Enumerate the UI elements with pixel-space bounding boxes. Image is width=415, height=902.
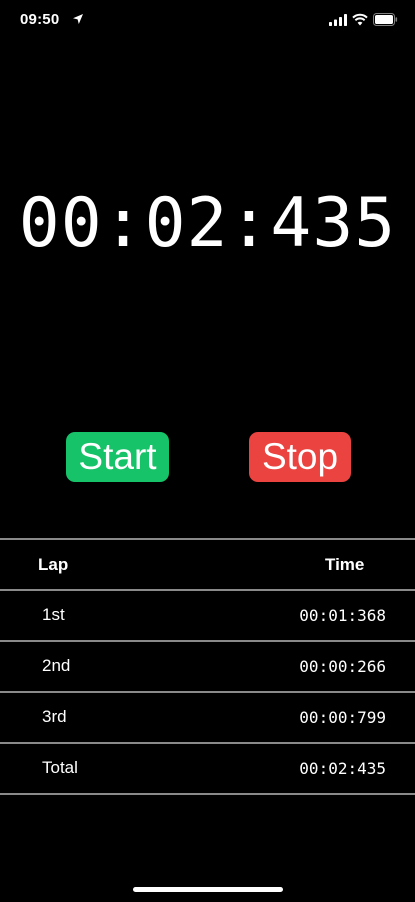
lap-name: Total [42, 758, 78, 777]
cellular-signal-icon [329, 14, 347, 26]
lap-row-total: Total 00:02:435 [0, 742, 415, 795]
status-time: 09:50 [20, 11, 60, 28]
lap-row: 1st 00:01:368 [0, 589, 415, 640]
battery-icon [373, 13, 398, 26]
lap-name: 2nd [42, 656, 71, 675]
lap-time: 00:00:266 [299, 657, 386, 676]
timer-display: 00:02:435 [18, 184, 397, 263]
lap-name: 1st [42, 605, 65, 624]
lap-time: 00:02:435 [299, 759, 386, 778]
lap-table-header: Lap Time [0, 538, 415, 589]
lap-row: 3rd 00:00:799 [0, 691, 415, 742]
lap-column-header: Lap [38, 555, 69, 574]
home-indicator[interactable] [133, 887, 283, 892]
lap-time: 00:00:799 [299, 708, 386, 727]
status-bar: 09:50 [0, 0, 415, 44]
lap-name: 3rd [42, 707, 67, 726]
lap-time: 00:01:368 [299, 606, 386, 625]
lap-row: 2nd 00:00:266 [0, 640, 415, 691]
start-button[interactable]: Start [66, 432, 169, 482]
lap-table: Lap Time 1st 00:01:368 2nd 00:00:266 3rd… [0, 538, 415, 795]
location-arrow-icon [73, 14, 83, 24]
wifi-icon [352, 13, 368, 26]
time-column-header: Time [325, 555, 365, 574]
stop-button[interactable]: Stop [249, 432, 351, 482]
